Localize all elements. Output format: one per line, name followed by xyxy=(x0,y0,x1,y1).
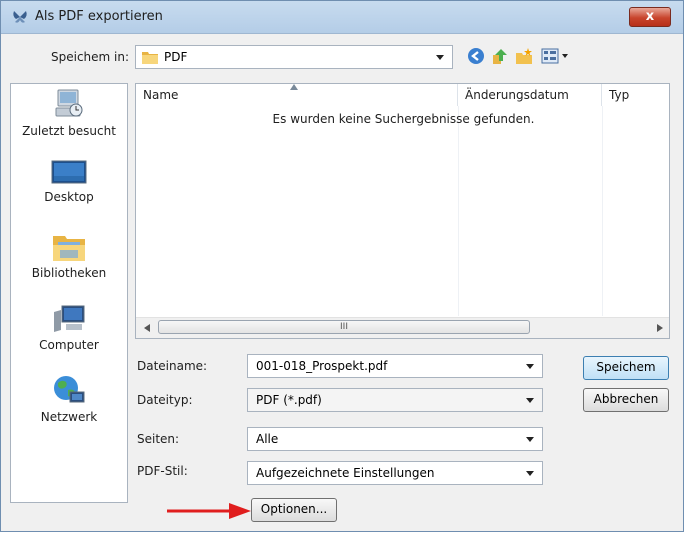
pdf-style-dropdown[interactable]: Aufgezeichnete Einstellungen xyxy=(247,461,543,485)
chevron-down-icon xyxy=(436,55,444,60)
computer-icon xyxy=(54,305,85,332)
close-icon: x xyxy=(645,9,655,24)
sidebar-item-computer[interactable]: Computer xyxy=(11,304,127,352)
title-bar[interactable]: Als PDF exportieren x xyxy=(1,1,683,34)
back-icon[interactable] xyxy=(467,47,485,65)
scroll-right-icon[interactable] xyxy=(657,324,663,332)
libraries-icon xyxy=(53,236,85,261)
view-menu-icon[interactable] xyxy=(541,47,571,65)
scroll-left-icon[interactable] xyxy=(144,324,150,332)
filetype-value: PDF (*.pdf) xyxy=(256,393,322,407)
annotation-arrow xyxy=(167,503,251,519)
folder-icon xyxy=(142,52,158,64)
sort-ascending-icon xyxy=(290,84,298,90)
pages-value: Alle xyxy=(256,432,279,446)
filename-input[interactable]: 001-018_Prospekt.pdf xyxy=(247,354,543,378)
desktop-icon xyxy=(51,160,87,184)
scroll-grip: III xyxy=(340,322,348,332)
up-folder-icon[interactable] xyxy=(491,47,509,65)
sidebar-item-label: Bibliotheken xyxy=(31,266,107,280)
horizontal-scrollbar[interactable]: III xyxy=(136,317,669,338)
chevron-down-icon xyxy=(526,471,534,476)
pages-dropdown[interactable]: Alle xyxy=(247,427,543,451)
places-sidebar: Zuletzt besucht Desktop Bibliotheken Com… xyxy=(10,83,128,503)
options-button[interactable]: Optionen... xyxy=(251,498,337,522)
location-dropdown[interactable]: PDF xyxy=(135,45,453,69)
export-pdf-dialog: Als PDF exportieren x Speichem in: PDF Z… xyxy=(0,0,684,532)
recent-places-icon xyxy=(55,89,83,117)
sidebar-item-label: Desktop xyxy=(44,190,94,204)
sidebar-item-desktop[interactable]: Desktop xyxy=(11,160,127,204)
sidebar-item-label: Computer xyxy=(39,338,99,352)
pages-label: Seiten: xyxy=(137,432,180,446)
location-label: Speichem in: xyxy=(51,50,130,64)
pdf-style-label: PDF-Stil: xyxy=(137,464,188,478)
filetype-label: Dateityp: xyxy=(137,393,193,407)
scrollbar-thumb[interactable]: III xyxy=(158,320,530,334)
file-list[interactable]: Name Änderungsdatum Typ Es wurden keine … xyxy=(135,83,670,339)
indesign-butterfly-icon xyxy=(13,11,27,23)
cancel-button[interactable]: Abbrechen xyxy=(583,388,669,412)
chevron-down-icon xyxy=(526,398,534,403)
sidebar-item-label: Netzwerk xyxy=(40,410,98,424)
column-header-type[interactable]: Typ xyxy=(602,84,669,106)
filename-value: 001-018_Prospekt.pdf xyxy=(256,359,388,373)
new-folder-icon[interactable] xyxy=(515,47,533,65)
sidebar-item-recent[interactable]: Zuletzt besucht xyxy=(11,86,127,138)
chevron-down-icon xyxy=(526,364,534,369)
column-header-date[interactable]: Änderungsdatum xyxy=(458,84,602,106)
location-value: PDF xyxy=(164,50,188,64)
column-header-name[interactable]: Name xyxy=(136,84,458,106)
sidebar-item-libraries[interactable]: Bibliotheken xyxy=(11,232,127,280)
empty-results-message: Es wurden keine Suchergebnisse gefunden. xyxy=(272,112,535,126)
sidebar-item-label: Zuletzt besucht xyxy=(22,124,116,138)
column-divider xyxy=(602,106,603,316)
window-title: Als PDF exportieren xyxy=(35,9,163,24)
pdf-style-value: Aufgezeichnete Einstellungen xyxy=(256,466,435,480)
filetype-dropdown[interactable]: PDF (*.pdf) xyxy=(247,388,543,412)
filename-label: Dateiname: xyxy=(137,359,208,373)
close-button[interactable]: x xyxy=(629,7,671,27)
save-button[interactable]: Speichem xyxy=(583,356,669,380)
sidebar-item-network[interactable]: Netzwerk xyxy=(11,374,127,424)
network-icon xyxy=(54,376,85,403)
chevron-down-icon xyxy=(526,437,534,442)
column-divider xyxy=(458,106,459,316)
